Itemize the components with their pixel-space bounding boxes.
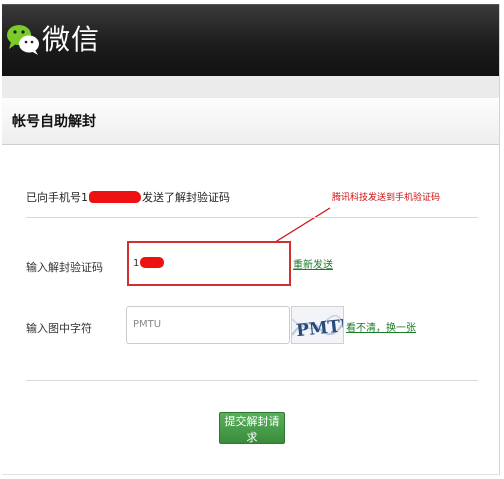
page-title-bar: 帐号自助解封 (2, 98, 500, 145)
phone-redaction-mark (89, 191, 141, 203)
resend-code-link[interactable]: 重新发送 (293, 256, 333, 271)
divider-bottom (26, 380, 478, 381)
captcha-text: PMTU (295, 315, 344, 341)
sms-sent-message-prefix: 已向手机号1 (26, 191, 88, 204)
frame-bottom-border (2, 474, 500, 475)
code-value: 1 (133, 258, 140, 269)
frame-right-border (499, 4, 500, 474)
unblock-code-input[interactable]: 1 (127, 241, 291, 286)
code-redaction-mark (140, 257, 165, 268)
divider-top (26, 217, 478, 218)
app-header: 微信 (2, 4, 500, 77)
captcha-noise-graphic: PMTU (292, 315, 344, 341)
captcha-input-value: PMTU (133, 319, 162, 330)
page-title: 帐号自助解封 (12, 114, 96, 130)
app-title: 微信 (42, 23, 101, 56)
sms-sent-message-suffix: 发送了解封验证码 (142, 191, 230, 204)
wechat-logo-icon (7, 25, 39, 55)
captcha-label: 输入图中字符 (26, 322, 92, 335)
code-label: 输入解封验证码 (26, 261, 103, 274)
captcha-input[interactable]: PMTU (126, 306, 290, 344)
sms-sent-message: 已向手机号1 发送了解封验证码 (26, 189, 230, 205)
captcha-image[interactable]: PMTU (291, 306, 344, 344)
header-gap (2, 76, 500, 99)
annotation-note: 腾讯科技发送到手机验证码 (332, 193, 441, 203)
captcha-refresh-link[interactable]: 看不清，换一张 (346, 319, 416, 334)
submit-unblock-button[interactable]: 提交解封请求 (219, 412, 285, 444)
